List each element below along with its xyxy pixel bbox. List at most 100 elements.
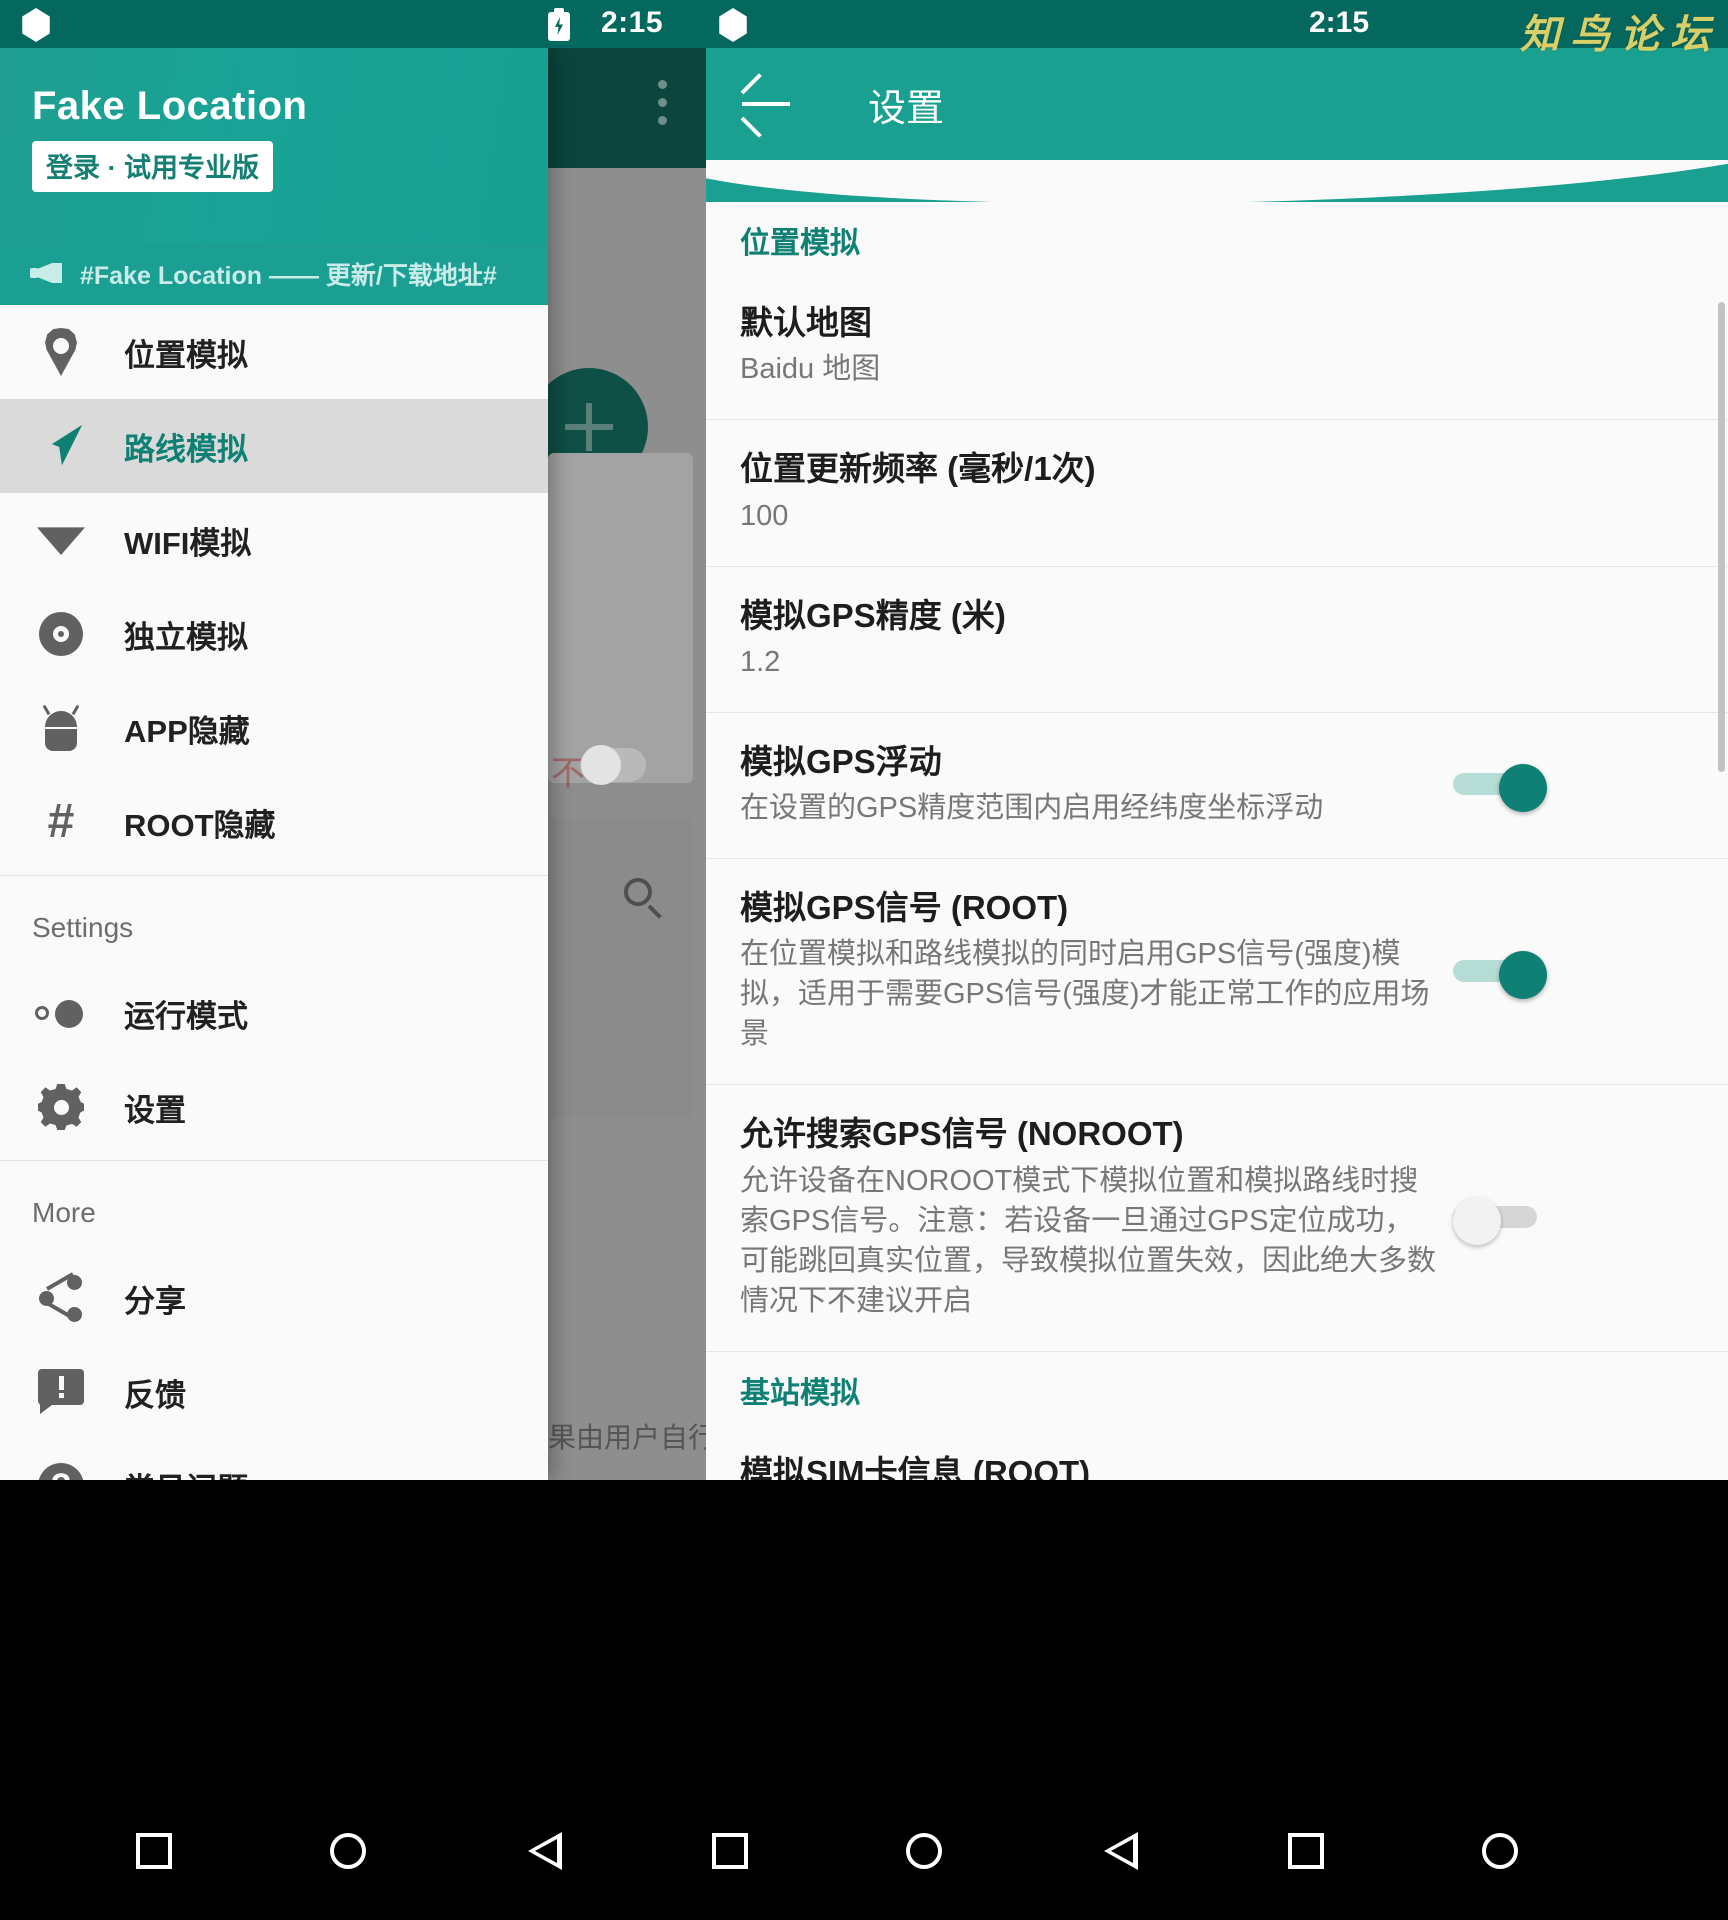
back-triangle-icon[interactable]: [528, 1832, 562, 1870]
sidebar-item-label: WIFI模拟: [124, 518, 251, 563]
drawer-group-more-title: More: [0, 1167, 548, 1251]
nav-group-1: [0, 1780, 576, 1920]
announcement-text: #Fake Location —— 更新/下载地址#: [80, 256, 497, 292]
hexagon-icon: [20, 8, 52, 42]
setting-description: 在位置模拟和路线模拟的同时启用GPS信号(强度)模拟，适用于需要GPS信号(强度…: [740, 934, 1440, 1054]
navigation-arrow-icon: [30, 423, 92, 469]
appbar-curve: [706, 160, 1728, 202]
nav-group-3: [1152, 1780, 1728, 1920]
sidebar-item-location-sim[interactable]: 位置模拟: [0, 305, 548, 399]
home-circle-icon[interactable]: [330, 1833, 366, 1869]
setting-row-sim-info[interactable]: 模拟SIM卡信息 (ROOT) 在模拟基站的情况下同时模拟SIM卡信息: [706, 1424, 1728, 1480]
sidebar-item-label: 分享: [124, 1276, 186, 1321]
sidebar-item-run-mode[interactable]: 运行模式: [0, 966, 548, 1060]
location-pin-icon: [30, 328, 92, 376]
announcement-banner[interactable]: #Fake Location —— 更新/下载地址#: [0, 243, 548, 305]
setting-value: Baidu 地图: [740, 349, 1440, 389]
settings-scroll-area[interactable]: 位置模拟 默认地图 Baidu 地图 位置更新频率 (毫秒/1次) 100 模拟…: [706, 202, 1728, 1480]
hash-icon: #: [30, 798, 92, 846]
setting-title: 模拟GPS精度 (米): [740, 595, 1440, 636]
setting-title: 允许搜索GPS信号 (NOROOT): [740, 1113, 1440, 1154]
sidebar-item-label: 反馈: [124, 1370, 186, 1415]
section-heading-cell-sim: 基站模拟: [706, 1352, 1728, 1424]
sidebar-item-route-sim[interactable]: 路线模拟: [0, 399, 548, 493]
sidebar-item-share[interactable]: 分享: [0, 1251, 548, 1345]
drawer-header: Fake Location 登录 · 试用专业版: [0, 48, 548, 243]
setting-value: 100: [740, 496, 1440, 536]
sidebar-item-label: 运行模式: [124, 991, 248, 1036]
sidebar-item-label: 位置模拟: [124, 330, 248, 375]
android-icon: [30, 705, 92, 751]
back-triangle-icon[interactable]: [1104, 1832, 1138, 1870]
setting-row-update-frequency[interactable]: 位置更新频率 (毫秒/1次) 100: [706, 420, 1728, 566]
nav-group-2: [576, 1780, 1152, 1920]
battery-charging-icon-secondary: [1253, 8, 1281, 42]
drawer-divider-2: [0, 1160, 548, 1161]
disc-icon: [30, 612, 92, 656]
sidebar-item-settings[interactable]: 设置: [0, 1060, 548, 1154]
forum-watermark: 知鸟论坛: [1520, 2, 1720, 60]
sidebar-item-label: 独立模拟: [124, 612, 248, 657]
phone-screen: 不 果由用户自行承 设置 位置模拟 默认地图 Baidu 地图: [0, 0, 1728, 1920]
sidebar-item-label: 常见问题: [124, 1464, 248, 1481]
search-icon[interactable]: [622, 876, 666, 920]
status-bar: 2:15 2:15 知鸟论坛: [0, 0, 1728, 48]
run-mode-icon: [30, 1000, 92, 1026]
setting-row-gps-accuracy[interactable]: 模拟GPS精度 (米) 1.2: [706, 567, 1728, 713]
system-navigation-bar: [0, 1780, 1728, 1920]
login-trial-button[interactable]: 登录 · 试用专业版: [32, 141, 273, 192]
scrollbar[interactable]: [1718, 302, 1725, 772]
status-time: 2:15: [601, 6, 663, 40]
setting-title: 模拟GPS浮动: [740, 741, 1440, 782]
setting-description: 在设置的GPS精度范围内启用经纬度坐标浮动: [740, 788, 1440, 828]
sidebar-item-app-hide[interactable]: APP隐藏: [0, 681, 548, 775]
sidebar-item-label: 路线模拟: [124, 424, 248, 469]
drawer-divider: [0, 875, 548, 876]
sidebar-item-label: ROOT隐藏: [124, 800, 276, 845]
battery-charging-icon: [545, 8, 573, 42]
recents-square-icon[interactable]: [712, 1833, 748, 1869]
drawer-nav-list: 位置模拟 路线模拟 WIFI模拟 独立模拟 APP隐藏 #: [0, 305, 548, 1480]
sidebar-item-feedback[interactable]: 反馈: [0, 1345, 548, 1439]
toggle-allow-gps-search-noroot[interactable]: [1453, 1200, 1547, 1234]
back-arrow-icon[interactable]: [742, 83, 794, 125]
hexagon-icon-secondary: [717, 8, 749, 42]
background-toggle[interactable]: [580, 748, 646, 782]
background-partial-text: 不: [551, 746, 585, 795]
toggle-gps-signal-root[interactable]: [1453, 954, 1547, 988]
setting-title: 模拟SIM卡信息 (ROOT): [740, 1452, 1440, 1480]
page-title: 设置: [868, 77, 944, 132]
setting-row-gps-drift[interactable]: 模拟GPS浮动 在设置的GPS精度范围内启用经纬度坐标浮动: [706, 713, 1728, 859]
home-circle-icon[interactable]: [1482, 1833, 1518, 1869]
setting-row-default-map[interactable]: 默认地图 Baidu 地图: [706, 274, 1728, 420]
settings-appbar: 设置: [706, 48, 1728, 160]
more-vertical-icon[interactable]: [648, 80, 676, 140]
megaphone-icon: [30, 261, 64, 287]
navigation-drawer: Fake Location 登录 · 试用专业版 #Fake Location …: [0, 48, 548, 1480]
section-heading-location-sim: 位置模拟: [706, 202, 1728, 274]
app-title: Fake Location: [32, 84, 516, 129]
toggle-gps-drift[interactable]: [1453, 767, 1547, 801]
setting-title: 位置更新频率 (毫秒/1次): [740, 448, 1440, 489]
drawer-group-settings-title: Settings: [0, 882, 548, 966]
sidebar-item-root-hide[interactable]: # ROOT隐藏: [0, 775, 548, 869]
setting-title: 默认地图: [740, 302, 1440, 343]
sidebar-item-wifi-sim[interactable]: WIFI模拟: [0, 493, 548, 587]
sidebar-item-faq[interactable]: ? 常见问题: [0, 1439, 548, 1480]
setting-row-gps-signal-root[interactable]: 模拟GPS信号 (ROOT) 在位置模拟和路线模拟的同时启用GPS信号(强度)模…: [706, 859, 1728, 1085]
gear-icon: [30, 1084, 92, 1130]
recents-square-icon[interactable]: [136, 1833, 172, 1869]
sidebar-item-standalone-sim[interactable]: 独立模拟: [0, 587, 548, 681]
recents-square-icon[interactable]: [1288, 1833, 1324, 1869]
wifi-icon: [30, 525, 92, 555]
home-circle-icon[interactable]: [906, 1833, 942, 1869]
sidebar-item-label: APP隐藏: [124, 706, 250, 751]
status-time-secondary: 2:15: [1309, 6, 1369, 40]
setting-title: 模拟GPS信号 (ROOT): [740, 887, 1440, 928]
setting-value: 1.2: [740, 642, 1440, 682]
background-card: [548, 453, 693, 783]
help-icon: ?: [30, 1463, 92, 1480]
sidebar-item-label: 设置: [124, 1085, 186, 1130]
share-icon: [30, 1274, 92, 1322]
setting-row-allow-gps-search-noroot[interactable]: 允许搜索GPS信号 (NOROOT) 允许设备在NOROOT模式下模拟位置和模拟…: [706, 1085, 1728, 1351]
